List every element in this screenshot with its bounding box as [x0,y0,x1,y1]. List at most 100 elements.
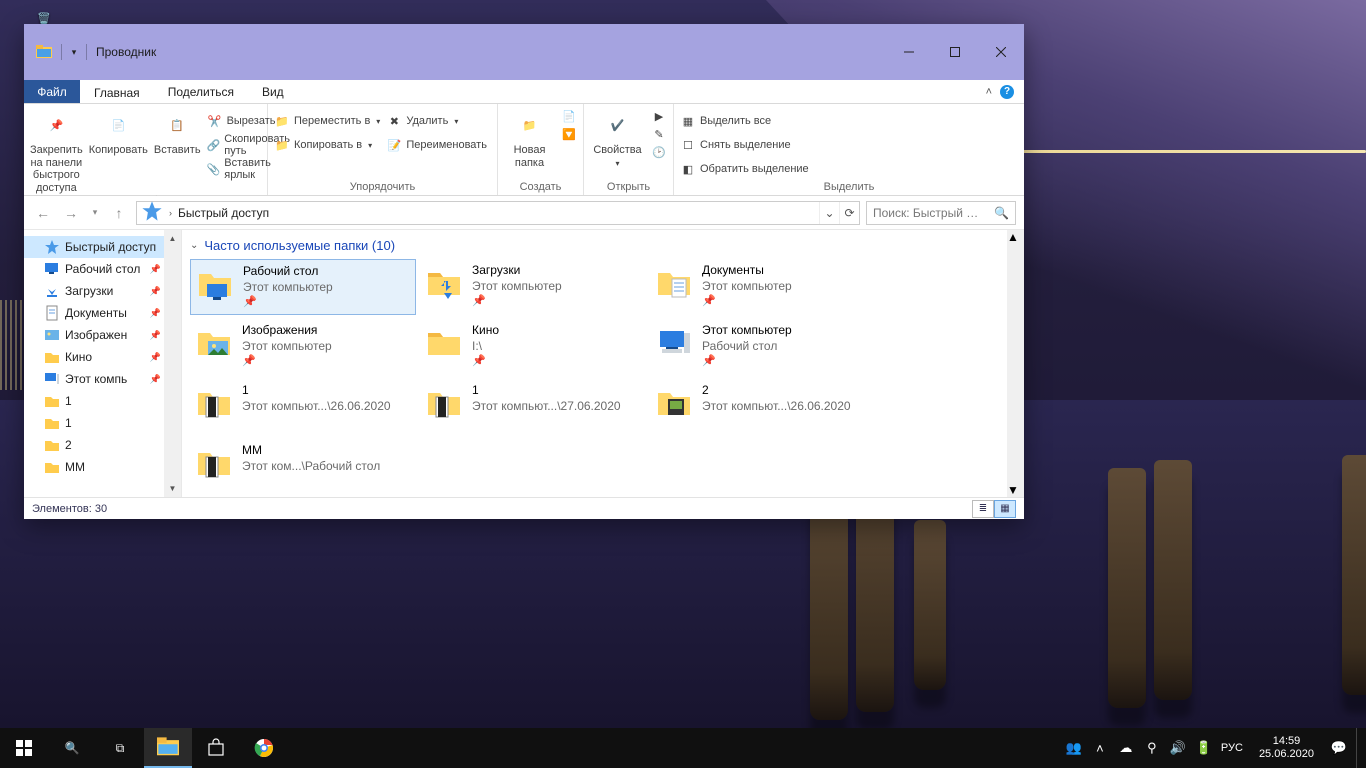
deselect-button[interactable]: ☐Снять выделение [680,134,809,156]
titlebar[interactable]: ▾ Проводник [24,24,1024,80]
copy-button[interactable]: 📄 Копировать [89,106,148,157]
minimize-button[interactable] [886,37,932,67]
folder-item[interactable]: Документы Этот компьютер 📌 [650,259,876,315]
folder-item[interactable]: 1 Этот компьют...\26.06.2020 [190,379,416,435]
language-indicator[interactable]: РУС [1221,728,1243,768]
explorer-icon [36,44,52,60]
cut-icon: ✂️ [207,113,223,129]
start-button[interactable] [0,728,48,768]
maximize-button[interactable] [932,37,978,67]
copy-to-button[interactable]: 📁Копировать в▾ [274,134,380,156]
properties-button[interactable]: ✔️ Свойства▾ [590,106,645,168]
details-view-button[interactable]: ≣ [972,500,994,518]
back-button[interactable]: ← [32,202,54,224]
select-all-button[interactable]: ▦Выделить все [680,110,809,132]
forward-button[interactable]: → [60,202,82,224]
folder-item[interactable]: Загрузки Этот компьютер 📌 [420,259,646,315]
easy-access-icon[interactable]: 🔽 [561,126,577,142]
nav-item-9[interactable]: 2 [24,434,181,456]
nav-item-0[interactable]: Быстрый доступ [24,236,181,258]
ribbon-tabs: Файл Главная Поделиться Вид ˄ ? [24,80,1024,104]
volume-icon[interactable]: 🔊 [1169,728,1187,768]
clock[interactable]: 14:59 25.06.2020 [1251,735,1322,761]
nav-item-5[interactable]: Кино📌 [24,346,181,368]
tab-share[interactable]: Поделиться [154,80,248,103]
search-button[interactable]: 🔍 [48,728,96,768]
properties-icon: ✔️ [602,110,634,142]
copy-icon: 📄 [102,110,134,142]
folder-item[interactable]: Кино I:\ 📌 [420,319,646,375]
up-button[interactable]: ↑ [108,202,130,224]
folder-icon [44,393,60,409]
nav-item-3[interactable]: Документы📌 [24,302,181,324]
taskbar-chrome[interactable] [240,728,288,768]
pin-to-quick-access[interactable]: 📌 Закрепить на панели быстрого доступа [30,106,83,195]
open-icon[interactable]: ▶ [651,108,667,124]
refresh-button[interactable]: ⟳ [839,202,859,224]
move-to-button[interactable]: 📁Переместить в▾ [274,110,380,132]
new-item-icon[interactable]: 📄 [561,108,577,124]
select-all-icon: ▦ [680,113,696,129]
delete-button[interactable]: ✖Удалить▾ [386,110,487,132]
nav-item-6[interactable]: Этот компь📌 [24,368,181,390]
search-icon: 🔍 [994,206,1009,220]
taskbar-explorer[interactable] [144,728,192,768]
recent-locations-button[interactable]: ▾ [88,202,102,224]
folder-item[interactable]: 1 Этот компьют...\27.06.2020 [420,379,646,435]
nav-item-8[interactable]: 1 [24,412,181,434]
edit-icon[interactable]: ✎ [651,126,667,142]
network-icon[interactable]: ⚲ [1143,728,1161,768]
history-icon[interactable]: 🕑 [651,144,667,160]
new-folder-icon: 📁 [514,110,546,142]
folder-item[interactable]: 2 Этот компьют...\26.06.2020 [650,379,876,435]
folder-item[interactable]: Этот компьютер Рабочий стол 📌 [650,319,876,375]
quick-access-toolbar-menu[interactable]: ▾ [65,24,83,80]
invert-icon: ◧ [680,161,696,177]
nav-item-4[interactable]: Изображен📌 [24,324,181,346]
nav-scrollbar[interactable]: ▲ ▼ [164,230,181,497]
taskbar-store[interactable] [192,728,240,768]
documents-icon [44,305,60,321]
people-icon[interactable]: 👥 [1065,728,1083,768]
copy-path-icon: 🔗 [207,137,221,153]
nav-item-1[interactable]: Рабочий стол📌 [24,258,181,280]
nav-item-2[interactable]: Загрузки📌 [24,280,181,302]
help-icon[interactable]: ? [1000,85,1014,99]
breadcrumb-bar[interactable]: › Быстрый доступ ⌄ ⟳ [136,201,860,225]
show-desktop-button[interactable] [1356,728,1362,768]
pin-icon: 📌 [150,330,161,341]
tiles-view-button[interactable]: ▦ [994,500,1016,518]
tray-overflow[interactable]: ˄ [1091,728,1109,768]
navigation-pane: Быстрый доступРабочий стол📌Загрузки📌Доку… [24,230,182,497]
tab-view[interactable]: Вид [248,80,298,103]
rename-button[interactable]: 📝Переименовать [386,134,487,156]
battery-icon[interactable]: 🔋 [1195,728,1213,768]
search-input[interactable]: Поиск: Быстрый … 🔍 [866,201,1016,225]
nav-item-7[interactable]: 1 [24,390,181,412]
breadcrumb-item[interactable]: Быстрый доступ [178,206,269,220]
collapse-ribbon-icon[interactable]: ˄ [986,86,992,98]
delete-icon: ✖ [386,113,402,129]
downloads-icon [424,263,464,303]
folder-icon [44,459,60,475]
content-scrollbar[interactable]: ▲ ▼ [1007,230,1024,497]
new-folder-button[interactable]: 📁 Новая папка [504,106,555,169]
tab-file[interactable]: Файл [24,80,80,103]
address-dropdown[interactable]: ⌄ [819,202,839,224]
documents-icon [654,263,694,303]
paste-button[interactable]: 📋 Вставить [154,106,201,157]
folder-item[interactable]: ММ Этот ком...\Рабочий стол [190,439,416,495]
section-header[interactable]: ⌄ Часто используемые папки (10) [182,230,1024,259]
action-center-icon[interactable]: 💬 [1330,728,1348,768]
folder-item[interactable]: Изображения Этот компьютер 📌 [190,319,416,375]
folder-item[interactable]: Рабочий стол Этот компьютер 📌 [190,259,416,315]
window-title: Проводник [96,45,156,59]
close-button[interactable] [978,37,1024,67]
nav-item-10[interactable]: ММ [24,456,181,478]
task-view-button[interactable]: ⧉ [96,728,144,768]
onedrive-icon[interactable]: ☁ [1117,728,1135,768]
invert-selection-button[interactable]: ◧Обратить выделение [680,158,809,180]
content-pane[interactable]: ⌄ Часто используемые папки (10) Рабочий … [182,230,1024,497]
tab-home[interactable]: Главная [80,80,154,103]
folder-doc-icon [194,443,234,483]
